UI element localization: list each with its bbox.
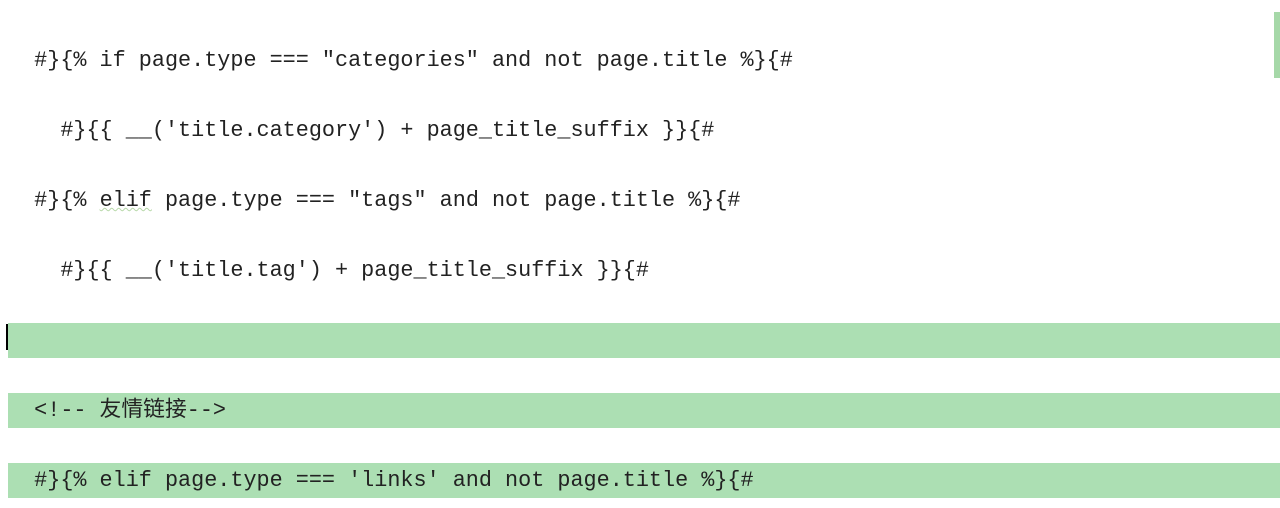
- code-editor[interactable]: #}{% if page.type === "categories" and n…: [0, 0, 1280, 508]
- code-line: #}{% elif page.type === "tags" and not p…: [8, 183, 1280, 218]
- code-line: #}{{ __('title.tag') + page_title_suffix…: [8, 253, 1280, 288]
- code-text: #}{% elif page.type === 'links' and not …: [8, 468, 754, 493]
- code-line: #}{% if page.type === "categories" and n…: [8, 43, 1280, 78]
- code-text: #}{{ __('title.tag') + page_title_suffix…: [8, 258, 649, 283]
- code-line-added: <!-- 友情链接-->: [8, 393, 1280, 428]
- code-squiggle: elif: [100, 188, 152, 213]
- code-line: #}{{ __('title.category') + page_title_s…: [8, 113, 1280, 148]
- code-text: #}{{ __('title.category') + page_title_s…: [8, 118, 714, 143]
- code-text: #}{% if page.type === "categories" and n…: [8, 48, 793, 73]
- code-text: <!-- 友情链接-->: [8, 398, 226, 423]
- code-line-added: [8, 323, 1280, 358]
- code-text: #}{%: [8, 188, 100, 213]
- code-line-added: #}{% elif page.type === 'links' and not …: [8, 463, 1280, 498]
- text-cursor: [6, 324, 8, 350]
- code-text: page.type === "tags" and not page.title …: [152, 188, 741, 213]
